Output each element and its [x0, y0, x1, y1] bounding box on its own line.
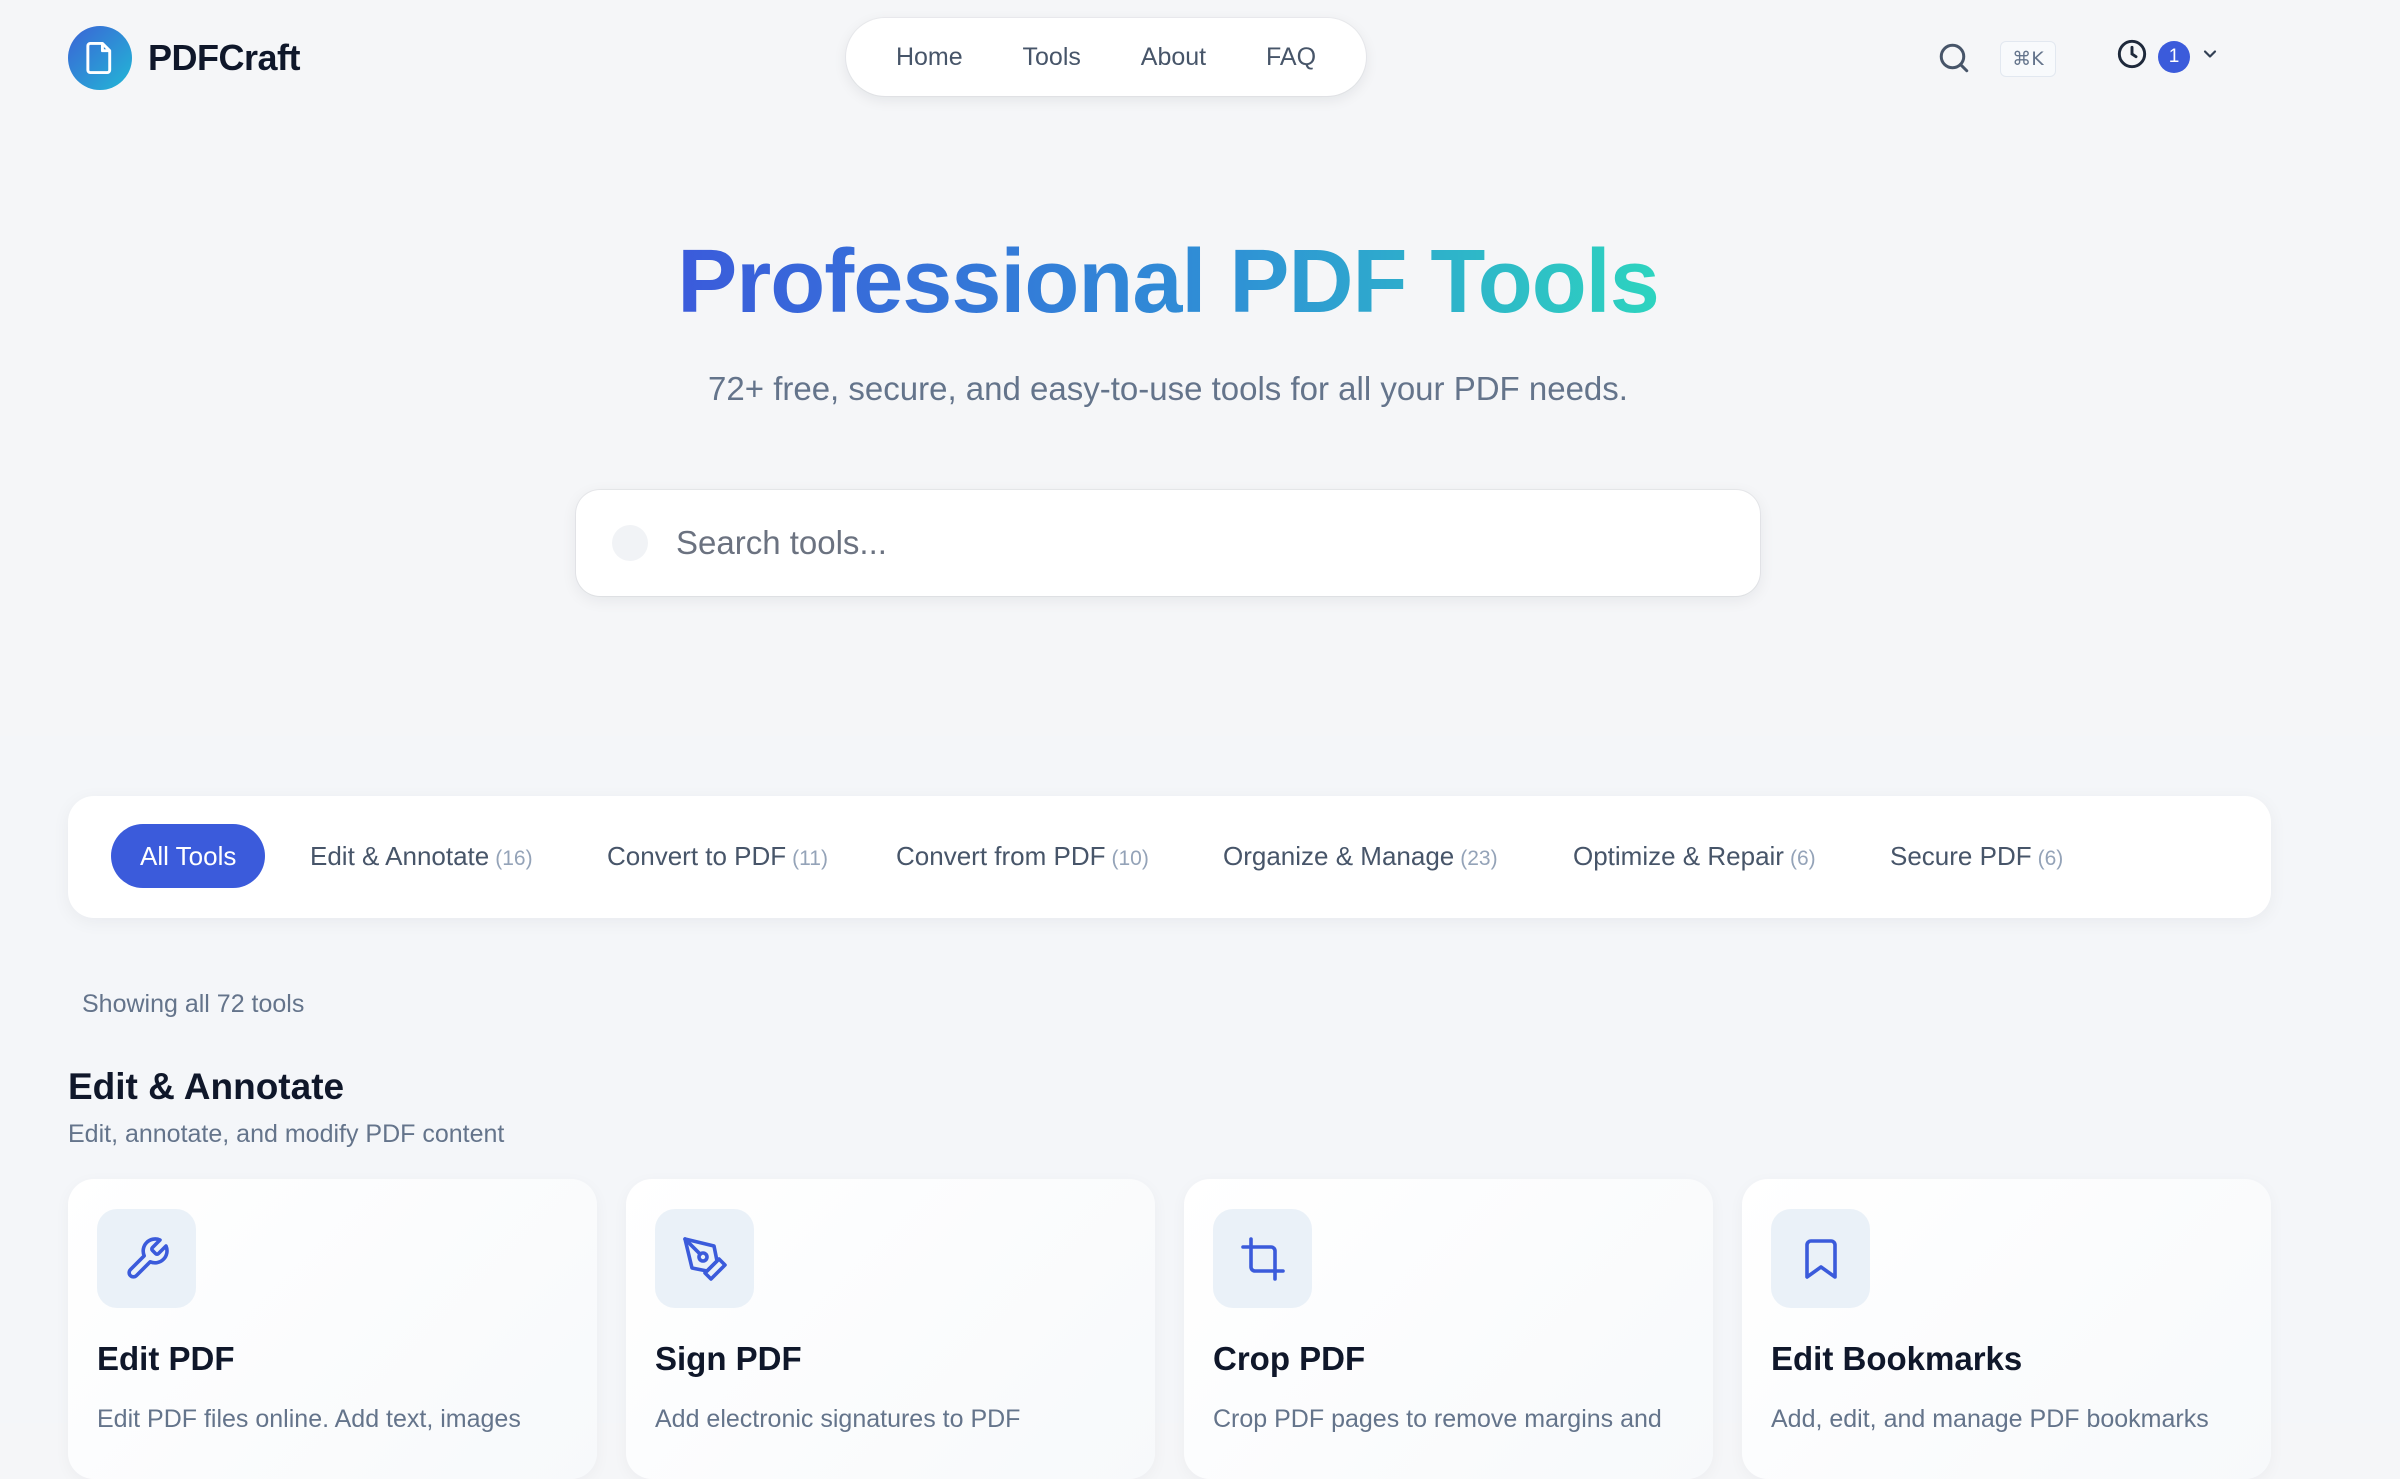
history-button[interactable]: 1: [2116, 38, 2220, 75]
tool-card-crop-pdf[interactable]: Crop PDF Crop PDF pages to remove margin…: [1184, 1179, 1713, 1479]
brand-logo[interactable]: PDFCraft: [68, 26, 301, 90]
main-nav: Home Tools About FAQ: [846, 18, 1366, 96]
tool-card-description: Add electronic signatures to PDF: [655, 1405, 1021, 1433]
nav-tools[interactable]: Tools: [1023, 43, 1081, 72]
filter-all-tools[interactable]: All Tools: [111, 824, 266, 888]
hero-title: Professional PDF Tools: [677, 232, 1659, 332]
wrench-icon: [97, 1209, 196, 1308]
top-header: PDFCraft Home Tools About FAQ ⌘K 1: [0, 0, 2400, 116]
tool-card-title: Sign PDF: [655, 1340, 802, 1377]
hero-subtitle: 72+ free, secure, and easy-to-use tools …: [708, 370, 1628, 407]
tool-search-input[interactable]: [674, 523, 1578, 563]
brand-name: PDFCraft: [148, 37, 301, 78]
filter-convert-from-pdf[interactable]: Convert from PDF (10): [896, 824, 1149, 888]
nav-home[interactable]: Home: [896, 43, 963, 72]
chevron-down-icon: [2200, 44, 2220, 69]
section-subtitle: Edit, annotate, and modify PDF content: [68, 1120, 505, 1148]
crop-icon: [1213, 1209, 1312, 1308]
clock-icon: [2116, 38, 2148, 75]
tool-card-description: Add, edit, and manage PDF bookmarks: [1771, 1405, 2209, 1433]
nav-faq[interactable]: FAQ: [1266, 43, 1316, 72]
section-title: Edit & Annotate: [68, 1066, 345, 1107]
tool-card-description: Edit PDF files online. Add text, images: [97, 1405, 521, 1433]
tool-search-box: [576, 490, 1760, 596]
tool-card-title: Edit PDF: [97, 1340, 235, 1377]
keyboard-shortcut-badge[interactable]: ⌘K: [2000, 41, 2056, 77]
filter-secure-pdf[interactable]: Secure PDF (6): [1890, 824, 2063, 888]
tool-card-edit-bookmarks[interactable]: Edit Bookmarks Add, edit, and manage PDF…: [1742, 1179, 2271, 1479]
tool-card-edit-pdf[interactable]: Edit PDF Edit PDF files online. Add text…: [68, 1179, 597, 1479]
document-icon: [68, 26, 132, 90]
tool-card-title: Edit Bookmarks: [1771, 1340, 2023, 1377]
tool-card-description: Crop PDF pages to remove margins and: [1213, 1405, 1662, 1433]
tool-card-sign-pdf[interactable]: Sign PDF Add electronic signatures to PD…: [626, 1179, 1155, 1479]
tool-card-title: Crop PDF: [1213, 1340, 1366, 1377]
filter-convert-to-pdf[interactable]: Convert to PDF (11): [607, 824, 828, 888]
bookmark-icon: [1771, 1209, 1870, 1308]
pen-tool-icon: [655, 1209, 754, 1308]
history-count-badge: 1: [2158, 40, 2190, 73]
filter-edit-annotate[interactable]: Edit & Annotate (16): [310, 824, 533, 888]
filter-organize-manage[interactable]: Organize & Manage (23): [1223, 824, 1498, 888]
category-filter-bar: All Tools Edit & Annotate (16) Convert to…: [68, 796, 2271, 918]
results-count: Showing all 72 tools: [82, 990, 305, 1018]
filter-optimize-repair[interactable]: Optimize & Repair (6): [1573, 824, 1816, 888]
search-icon[interactable]: [1936, 40, 1972, 76]
search-field-icon: [612, 525, 648, 561]
nav-about[interactable]: About: [1141, 43, 1206, 72]
